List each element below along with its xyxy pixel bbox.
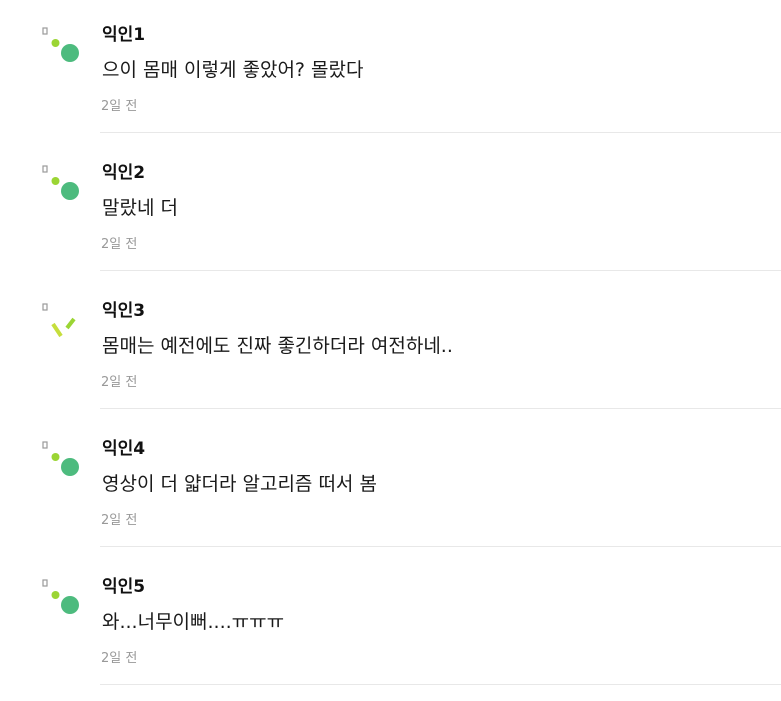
comment-divider <box>100 132 781 133</box>
dashes-avatar-icon[interactable] <box>40 302 82 344</box>
comment-divider <box>100 408 781 409</box>
comment-text: 영상이 더 얇더라 알고리즘 떠서 봄 <box>102 473 377 495</box>
comment-text: 으이 몸매 이렇게 좋았어? 몰랐다 <box>102 59 364 81</box>
comment-text: 말랐네 더 <box>102 197 178 219</box>
comment-text: 와...너무이뻐....ㅠㅠㅠ <box>102 611 285 633</box>
comment-timestamp: 2일 전 <box>101 513 138 528</box>
dots-avatar-icon[interactable] <box>40 164 82 206</box>
comment-timestamp: 2일 전 <box>101 237 138 252</box>
comment-timestamp: 2일 전 <box>101 651 138 666</box>
comment-author[interactable]: 익인4 <box>102 438 145 460</box>
comment-item: 익인2 말랐네 더 2일 전 <box>0 138 781 276</box>
dots-avatar-icon[interactable] <box>40 578 82 620</box>
comment-author[interactable]: 익인2 <box>102 162 145 184</box>
comment-item: 익인3 몸매는 예전에도 진짜 좋긴하더라 여전하네.. 2일 전 <box>0 276 781 414</box>
comment-item: 익인1 으이 몸매 이렇게 좋았어? 몰랐다 2일 전 <box>0 0 781 138</box>
dots-avatar-icon[interactable] <box>40 26 82 68</box>
comment-text: 몸매는 예전에도 진짜 좋긴하더라 여전하네.. <box>102 335 453 357</box>
comment-timestamp: 2일 전 <box>101 375 138 390</box>
comment-divider <box>100 546 781 547</box>
comment-author[interactable]: 익인1 <box>102 24 145 46</box>
comment-divider <box>100 270 781 271</box>
comment-timestamp: 2일 전 <box>101 99 138 114</box>
dots-avatar-icon[interactable] <box>40 440 82 482</box>
comment-item: 익인5 와...너무이뻐....ㅠㅠㅠ 2일 전 <box>0 552 781 690</box>
comment-author[interactable]: 익인5 <box>102 576 145 598</box>
comment-item: 익인4 영상이 더 얇더라 알고리즘 떠서 봄 2일 전 <box>0 414 781 552</box>
comment-author[interactable]: 익인3 <box>102 300 145 322</box>
comment-divider <box>100 684 781 685</box>
